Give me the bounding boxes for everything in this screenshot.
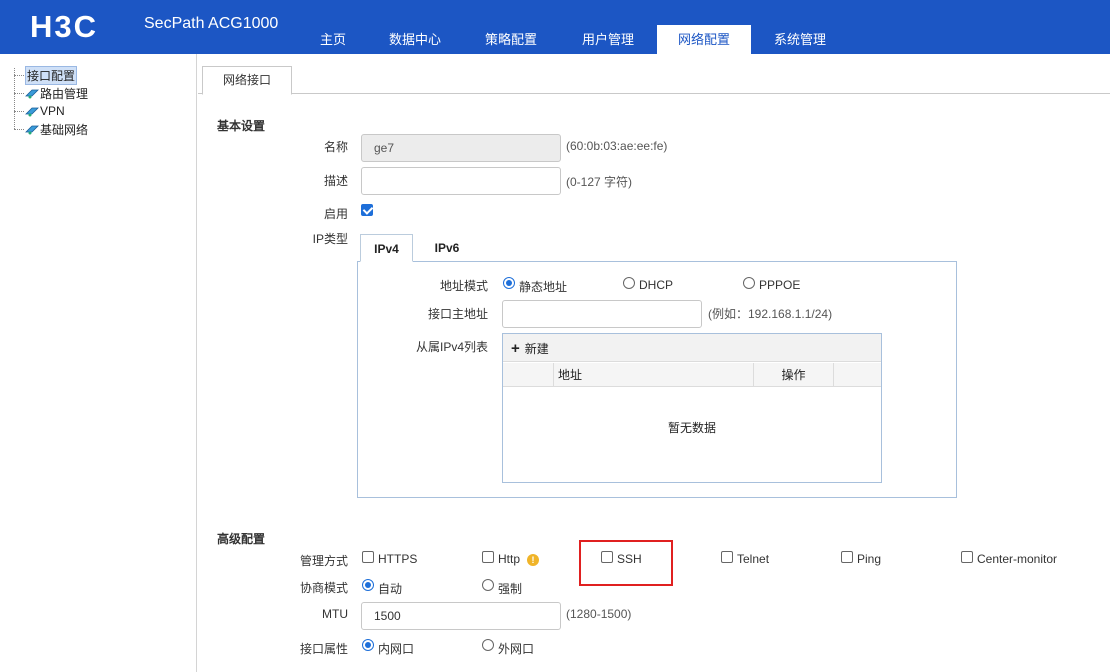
negotiation-force-label: 强制	[498, 582, 523, 596]
name-field: ge7	[361, 134, 561, 162]
mgmt-center-monitor-label: Center-monitor	[977, 552, 1058, 566]
product-name: SecPath ACG1000	[144, 15, 279, 32]
tab-network-interface[interactable]: 网络接口	[202, 66, 292, 95]
mode-pppoe-label: PPPOE	[759, 278, 801, 292]
negotiation-force-radio[interactable]	[482, 579, 494, 591]
warning-icon[interactable]: !	[527, 554, 539, 566]
mgmt-ping-checkbox[interactable]	[841, 551, 853, 563]
nav-tab-system-mgmt[interactable]: 系统管理	[759, 25, 841, 54]
mode-static-radio[interactable]	[503, 277, 515, 289]
sidebar-item-label: VPN	[40, 104, 65, 118]
sidebar-item-basic-network[interactable]: 基础网络	[14, 121, 88, 137]
mgmt-http-checkbox[interactable]	[482, 551, 494, 563]
enable-label: 启用	[323, 207, 348, 221]
name-label: 名称	[323, 140, 348, 154]
mgmt-https-label: HTTPS	[378, 552, 418, 566]
basic-settings-title: 基本设置	[217, 119, 266, 133]
new-button[interactable]: + 新建	[511, 340, 549, 357]
enable-checkbox[interactable]	[361, 204, 373, 216]
tab-ipv6[interactable]: IPv6	[424, 234, 470, 262]
main-content: 网络接口 基本设置 名称 ge7 (60:0b:03:ae:ee:fe) 描述 …	[198, 54, 1110, 672]
description-hint: (0-127 字符)	[566, 175, 633, 189]
primary-address-field[interactable]	[502, 300, 702, 328]
mode-static-label: 静态地址	[519, 280, 568, 294]
sidebar-item-label: 基础网络	[40, 122, 89, 137]
table-header: 地址 操作	[503, 363, 881, 387]
mgmt-center-monitor-checkbox[interactable]	[961, 551, 973, 563]
description-label: 描述	[323, 174, 348, 188]
attr-internal-radio[interactable]	[362, 639, 374, 651]
nav-tab-network-config[interactable]: 网络配置	[657, 25, 751, 54]
advanced-settings-title: 高级配置	[217, 532, 266, 546]
tab-ipv4[interactable]: IPv4	[360, 234, 413, 262]
table-toolbar: + 新建	[503, 334, 881, 362]
sidebar: 接口配置 路由管理 VPN 基础网络	[0, 54, 197, 672]
negotiation-label: 协商模式	[299, 581, 348, 595]
plus-icon: +	[511, 339, 520, 357]
nav-tab-data-center[interactable]: 数据中心	[375, 25, 455, 54]
address-mode-label: 地址模式	[439, 279, 488, 293]
attr-internal-label: 内网口	[378, 642, 415, 656]
nav-tab-user-mgmt[interactable]: 用户管理	[567, 25, 649, 54]
sidebar-item-interface-config[interactable]: 接口配置	[14, 65, 78, 85]
mgmt-telnet-checkbox[interactable]	[721, 551, 733, 563]
secondary-address-table: + 新建 地址 操作 暂无数据	[502, 333, 882, 483]
description-field[interactable]	[361, 167, 561, 195]
negotiation-auto-label: 自动	[378, 582, 403, 596]
mode-dhcp-radio[interactable]	[623, 277, 635, 289]
empty-state-text: 暂无数据	[667, 421, 716, 435]
secondary-list-label: 从属IPv4列表	[415, 340, 488, 354]
network-icon	[25, 125, 39, 135]
negotiation-auto-radio[interactable]	[362, 579, 374, 591]
sidebar-item-label: 接口配置	[25, 65, 78, 85]
nav-tab-home[interactable]: 主页	[304, 25, 362, 54]
new-button-label: 新建	[524, 342, 549, 356]
management-label: 管理方式	[299, 554, 348, 568]
h3c-logo: H3C	[30, 9, 98, 43]
mtu-hint: (1280-1500)	[566, 607, 632, 621]
mode-dhcp-label: DHCP	[639, 278, 674, 292]
name-hint: (60:0b:03:ae:ee:fe)	[566, 139, 668, 153]
network-icon	[25, 107, 39, 117]
top-header: H3C SecPath ACG1000 主页 数据中心 策略配置 用户管理 网络…	[0, 0, 1110, 54]
ssh-highlight-box	[579, 540, 673, 586]
primary-address-hint: (例如：192.168.1.1/24)	[708, 307, 833, 321]
attr-external-radio[interactable]	[482, 639, 494, 651]
svg-text:H3C: H3C	[30, 9, 98, 43]
mtu-label: MTU	[322, 607, 348, 621]
network-icon	[25, 89, 39, 99]
column-header-address: 地址	[554, 363, 754, 387]
nav-tab-policy[interactable]: 策略配置	[470, 25, 552, 54]
mode-pppoe-radio[interactable]	[743, 277, 755, 289]
select-column-header	[503, 363, 554, 387]
mgmt-telnet-label: Telnet	[737, 552, 770, 566]
mgmt-https-checkbox[interactable]	[362, 551, 374, 563]
sidebar-item-vpn[interactable]: VPN	[14, 103, 65, 119]
mtu-field[interactable]: 1500	[361, 602, 561, 630]
column-header-action: 操作	[754, 363, 834, 387]
attr-external-label: 外网口	[498, 642, 535, 656]
primary-address-label: 接口主地址	[427, 307, 488, 321]
page-tabbar: 网络接口	[198, 64, 1110, 95]
mgmt-http-label: Http	[498, 552, 521, 566]
mgmt-ping-label: Ping	[857, 552, 882, 566]
sidebar-item-label: 路由管理	[40, 86, 89, 101]
ip-type-label: IP类型	[312, 232, 348, 246]
sidebar-item-routing[interactable]: 路由管理	[14, 85, 88, 101]
interface-attribute-label: 接口属性	[299, 642, 348, 656]
